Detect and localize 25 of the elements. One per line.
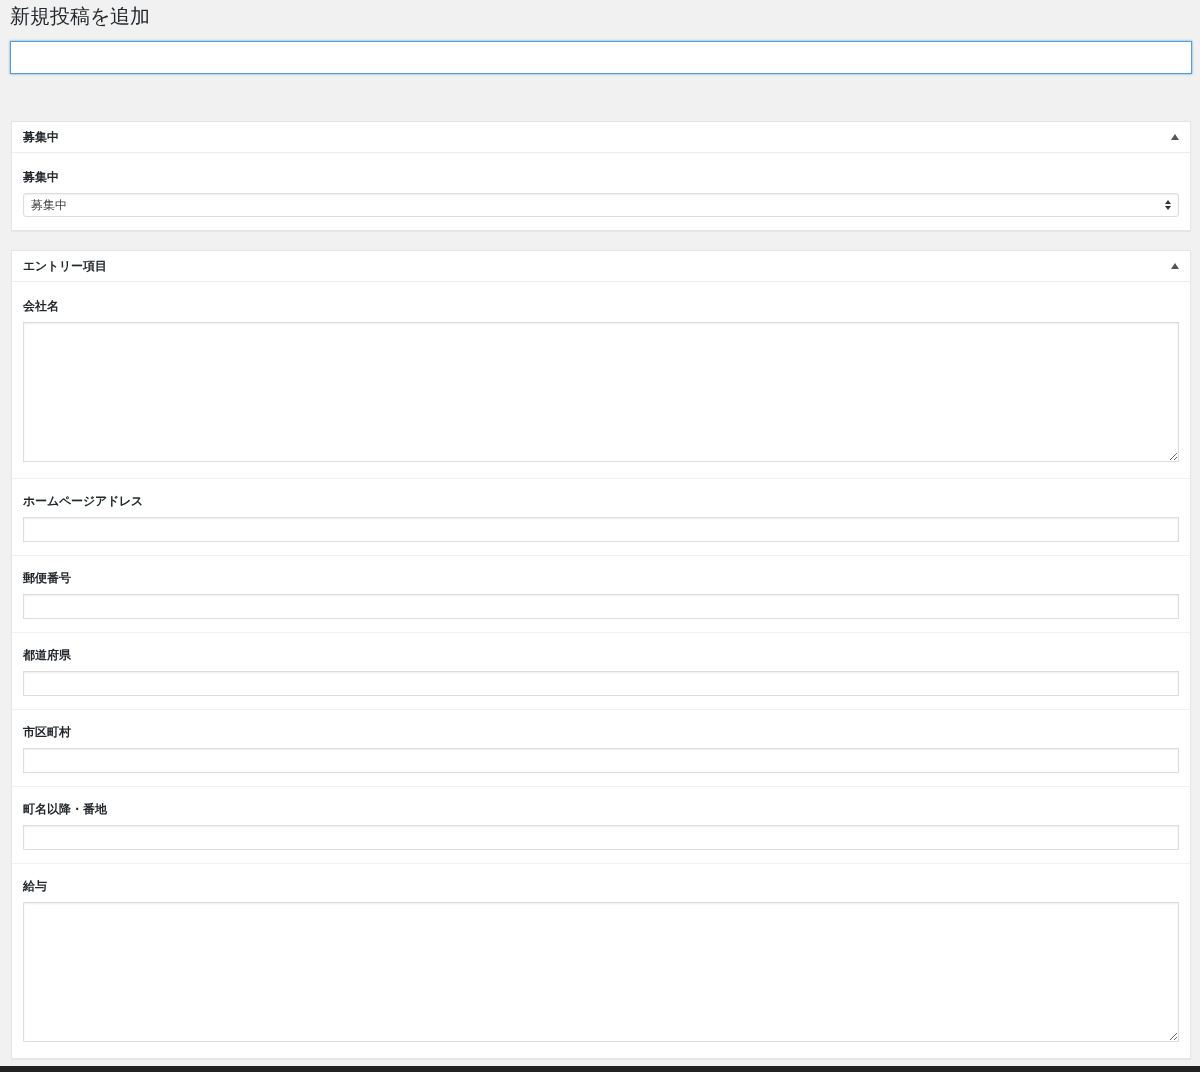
field-label: 募集中	[23, 169, 60, 185]
panel-header[interactable]: エントリー項目	[12, 251, 1190, 282]
text-input[interactable]	[23, 517, 1179, 542]
select-dropdown[interactable]: 募集中	[23, 193, 1179, 217]
title-input[interactable]	[10, 41, 1192, 74]
field-label: 市区町村	[23, 724, 72, 740]
panel-header[interactable]: 募集中	[12, 122, 1190, 153]
text-input[interactable]	[23, 825, 1179, 850]
text-input[interactable]	[23, 594, 1179, 619]
caret-icon	[1165, 200, 1171, 210]
text-area[interactable]	[23, 322, 1179, 462]
panel-title: 募集中	[23, 129, 59, 146]
field-label: ホームページアドレス	[23, 493, 144, 509]
text-input[interactable]	[23, 671, 1179, 696]
field-label: 都道府県	[23, 647, 72, 663]
field-label: 町名以降・番地	[23, 801, 108, 817]
field-label: 給与	[23, 878, 48, 894]
field-label: 郵便番号	[23, 570, 72, 586]
collapse-icon[interactable]	[1171, 263, 1179, 269]
collapse-icon[interactable]	[1171, 134, 1179, 140]
text-area[interactable]	[23, 902, 1179, 1042]
page-title: 新規投稿を追加	[10, 4, 151, 28]
field-label: 会社名	[23, 298, 60, 314]
text-input[interactable]	[23, 748, 1179, 773]
panel-title: エントリー項目	[23, 258, 107, 275]
